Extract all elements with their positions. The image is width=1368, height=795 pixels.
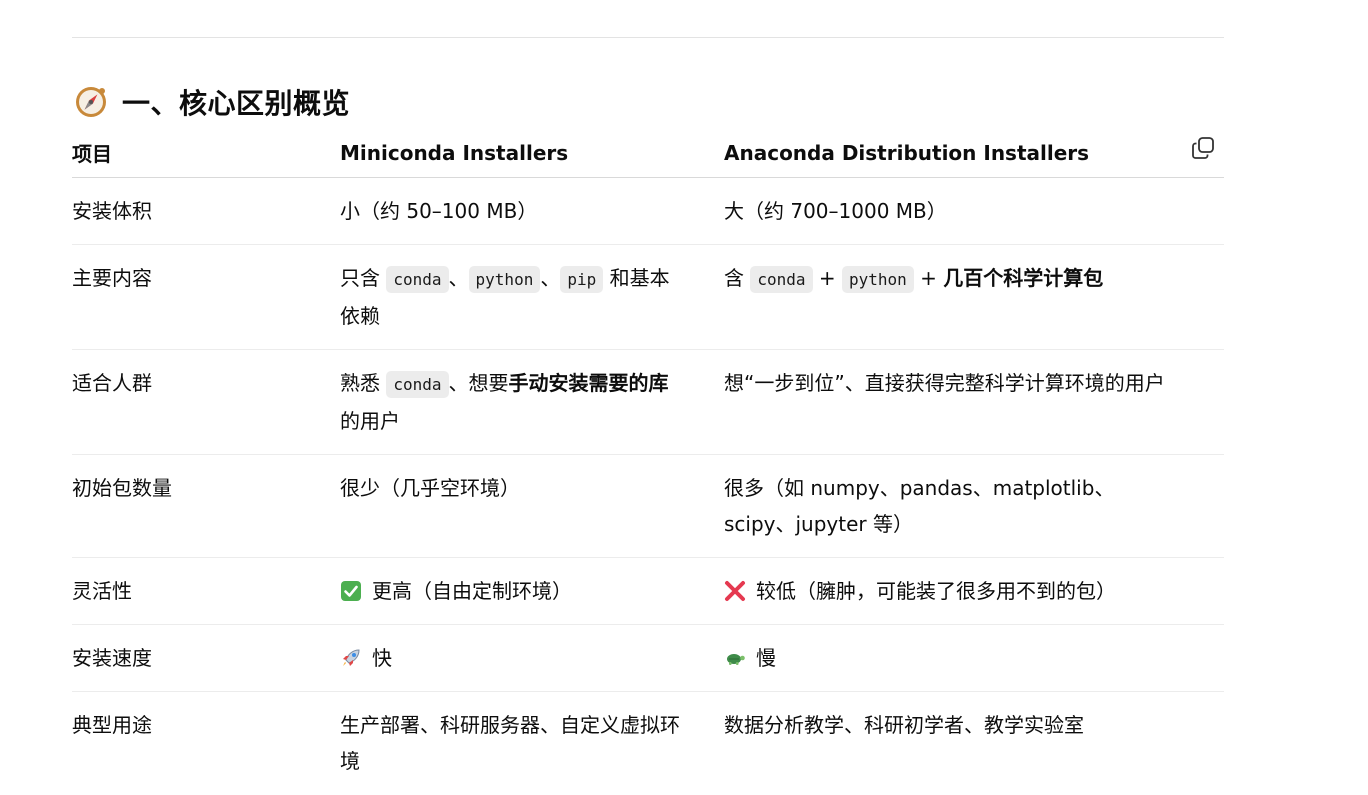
cell-text: 慢 bbox=[756, 646, 776, 670]
section-title: 一、核心区别概览 bbox=[122, 87, 351, 120]
header-item: 项目 bbox=[72, 132, 340, 178]
cell-text: 更高（自由定制环境） bbox=[372, 579, 572, 603]
check-mark-icon bbox=[340, 577, 362, 601]
cell-text: 只含 bbox=[340, 266, 380, 290]
anaconda-cell: 大（约 700–1000 MB） bbox=[724, 177, 1224, 245]
row-label: 灵活性 bbox=[72, 557, 340, 625]
row-label: 适合人群 bbox=[72, 349, 340, 455]
table-row: 主要内容 只含 conda、 python、 pip 和基本依赖 含 conda +… bbox=[72, 244, 1224, 350]
miniconda-cell: 很少（几乎空环境） bbox=[340, 454, 724, 558]
anaconda-cell: 较低（臃肿，可能装了很多用不到的包） bbox=[724, 557, 1224, 625]
anaconda-cell: 数据分析教学、科研初学者、教学实验室 bbox=[724, 713, 1084, 737]
cell-text: 快 bbox=[372, 646, 392, 670]
inline-code: python bbox=[842, 266, 914, 293]
comparison-table: 项目 Miniconda Installers Anaconda Distrib… bbox=[72, 132, 1224, 794]
cross-mark-icon bbox=[724, 577, 746, 601]
table-row: 安装速度 快 慢 bbox=[72, 624, 1224, 692]
table-row: 安装体积 小（约 50–100 MB） 大（约 700–1000 MB） bbox=[72, 177, 1224, 245]
header-anaconda: Anaconda Distribution Installers bbox=[724, 132, 1224, 178]
cell-text: 较低（臃肿，可能装了很多用不到的包） bbox=[756, 579, 1116, 603]
row-label: 安装体积 bbox=[72, 177, 340, 245]
cell-text: + bbox=[920, 266, 937, 290]
compass-icon bbox=[72, 83, 110, 121]
anaconda-cell: 想“一步到位”、直接获得完整科学计算环境的用户 bbox=[724, 349, 1224, 455]
cell-text: 、 bbox=[448, 266, 469, 290]
table-row: 适合人群 熟悉 conda 、想要手动安装需要的库的用户 想“一步到位”、直接获得… bbox=[72, 349, 1224, 455]
miniconda-cell: 熟悉 conda 、想要手动安装需要的库的用户 bbox=[340, 349, 724, 455]
section-heading: 一、核心区别概览 bbox=[72, 82, 350, 122]
table-row: 初始包数量 很少（几乎空环境） 很多（如 numpy、pandas、matplo… bbox=[72, 454, 1224, 558]
cell-text: 的用户 bbox=[340, 409, 400, 433]
row-label: 初始包数量 bbox=[72, 454, 340, 558]
row-label: 典型用途 bbox=[72, 713, 152, 737]
miniconda-cell: 更高（自由定制环境） bbox=[340, 557, 724, 625]
miniconda-cell: 快 bbox=[340, 624, 724, 692]
inline-code: conda bbox=[386, 371, 449, 398]
rocket-icon bbox=[340, 644, 362, 666]
turtle-icon bbox=[724, 644, 746, 666]
inline-code: conda bbox=[750, 266, 813, 293]
section-divider bbox=[72, 37, 1224, 38]
cell-text: 含 bbox=[724, 266, 744, 290]
row-label: 安装速度 bbox=[72, 624, 340, 692]
anaconda-cell: 慢 bbox=[724, 624, 1224, 692]
bold-text: 几百个科学计算包 bbox=[943, 266, 1104, 290]
cell-text: 熟悉 bbox=[340, 371, 380, 395]
table-header-row: 项目 Miniconda Installers Anaconda Distrib… bbox=[72, 132, 1224, 178]
cell-text: + bbox=[818, 266, 836, 290]
cell-text: 、 bbox=[540, 266, 561, 290]
inline-code: pip bbox=[560, 266, 604, 293]
row-label: 主要内容 bbox=[72, 244, 340, 350]
inline-code: python bbox=[468, 266, 541, 293]
anaconda-cell: 含 conda + python + 几百个科学计算包 bbox=[724, 244, 1224, 350]
table-row: 典型用途 生产部署、科研服务器、自定义虚拟环境 数据分析教学、科研初学者、教学实… bbox=[72, 692, 1224, 795]
anaconda-cell: 很多（如 numpy、pandas、matplotlib、scipy、jupyt… bbox=[724, 454, 1224, 558]
miniconda-cell: 生产部署、科研服务器、自定义虚拟环境 bbox=[340, 713, 680, 773]
header-miniconda: Miniconda Installers bbox=[340, 132, 724, 178]
bold-text: 手动安装需要的库 bbox=[508, 371, 669, 395]
miniconda-cell: 小（约 50–100 MB） bbox=[340, 177, 724, 245]
inline-code: conda bbox=[386, 266, 449, 293]
miniconda-cell: 只含 conda、 python、 pip 和基本依赖 bbox=[340, 244, 724, 350]
table-row: 灵活性 更高（自由定制环境） 较低（臃肿，可能装了很多用不到的包） bbox=[72, 557, 1224, 625]
cell-text: 、想要 bbox=[448, 371, 509, 395]
